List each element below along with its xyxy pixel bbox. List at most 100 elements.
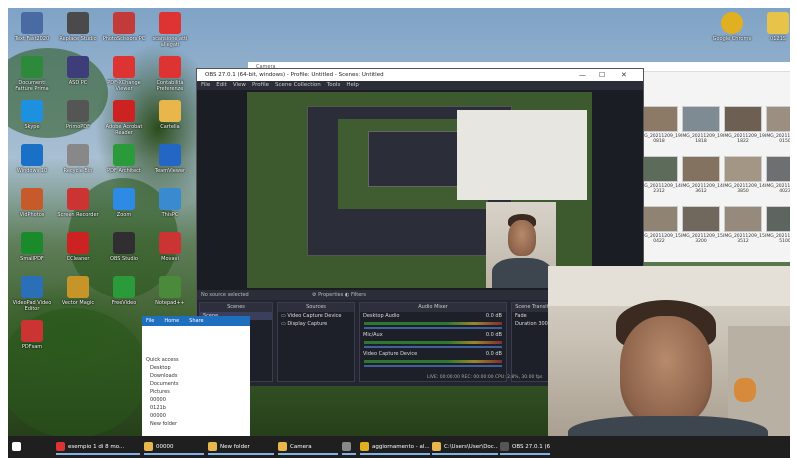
desktop-icon[interactable]: PDF Architect	[102, 144, 146, 174]
photo-thumbnail[interactable]	[682, 156, 720, 182]
minimize-icon[interactable]: —	[579, 69, 586, 81]
desktop-icon[interactable]: Documenti Fatture Prima	[10, 56, 54, 92]
desktop-icon[interactable]: CCleaner	[56, 232, 100, 262]
pdf-icon	[159, 56, 181, 78]
desktop-icon[interactable]: Screen Recorder	[56, 188, 100, 218]
nav-item[interactable]: Pictures	[142, 388, 250, 396]
menu-item[interactable]: Profile	[252, 82, 269, 88]
nav-item[interactable]: Downloads	[142, 372, 250, 380]
ribbon-tab[interactable]: Share	[189, 318, 203, 324]
obs-preview[interactable]	[197, 90, 643, 290]
desktop-icon[interactable]: SmallPDF	[10, 232, 54, 262]
taskbar-button[interactable]: New folder	[208, 439, 274, 455]
photo-thumbnail[interactable]	[724, 156, 762, 182]
filters-button[interactable]: ◐ Filters	[345, 290, 366, 300]
desktop-icon[interactable]: Movavi	[148, 232, 192, 262]
desktop-icon[interactable]: Google Chrome	[710, 12, 754, 42]
desktop-icon[interactable]: TeamViewer	[148, 144, 192, 174]
desktop-icon[interactable]: Adobe Acrobat Reader	[102, 100, 146, 136]
nav-item[interactable]: 0121b	[142, 404, 250, 412]
taskbar-label: New folder	[220, 444, 250, 450]
maximize-icon[interactable]: ☐	[599, 69, 605, 81]
nav-item[interactable]: New folder	[142, 420, 250, 428]
ribbon-tab[interactable]: File	[146, 318, 154, 324]
photo-thumbnail[interactable]	[682, 206, 720, 232]
desktop-icon[interactable]: PDFsam	[10, 320, 54, 350]
menu-item[interactable]: Edit	[216, 82, 227, 88]
desktop-icon[interactable]: PrimoPDF	[56, 100, 100, 130]
photo-thumbnail[interactable]	[724, 106, 762, 132]
menu-item[interactable]: Help	[346, 82, 359, 88]
menu-item[interactable]: File	[201, 82, 210, 88]
thumbnail-caption: IMG_20211209_15 3512	[723, 234, 765, 244]
left-explorer-window[interactable]: File Home Share Quick access Desktop Downloa…	[142, 316, 250, 436]
ribbon-tab[interactable]: Home	[164, 318, 179, 324]
desktop-icon[interactable]: Replace Studio	[56, 12, 100, 42]
desktop-icon[interactable]: VidPhotos	[10, 188, 54, 218]
nav-item[interactable]: Quick access	[142, 356, 250, 364]
desktop-icon[interactable]: Zoom	[102, 188, 146, 218]
photo-thumbnail[interactable]	[682, 106, 720, 132]
photo-thumbnail[interactable]	[640, 156, 678, 182]
source-label: Display Capture	[287, 321, 328, 327]
acrobat-icon	[113, 100, 135, 122]
menu-item[interactable]: Scene Collection	[275, 82, 321, 88]
taskbar-button[interactable]	[12, 439, 26, 455]
desktop-icon[interactable]: Skype	[10, 100, 54, 130]
volume-slider[interactable]	[364, 365, 502, 367]
nav-item[interactable]: 00000	[142, 412, 250, 420]
nav-item[interactable]: Desktop	[142, 364, 250, 372]
desktop-icon[interactable]: Contabilità Preferenze	[148, 56, 192, 92]
photo-thumbnail[interactable]	[724, 206, 762, 232]
desktop-icon[interactable]: Windows 10	[10, 144, 54, 174]
close-icon[interactable]: ✕	[621, 69, 627, 81]
photo-thumbnail[interactable]	[640, 106, 678, 132]
desktop-icon[interactable]: ASD PC	[56, 56, 100, 86]
desktop-icon-label: Notepad++	[155, 300, 185, 306]
thumbnail-caption: IMG_20211209_19 1822	[723, 134, 765, 144]
taskbar-button[interactable]: 00000	[144, 439, 204, 455]
desktop-icon[interactable]: Vector Magic	[56, 276, 100, 306]
taskbar-button[interactable]	[342, 439, 356, 455]
desktop-icon[interactable]: ThisPC	[148, 188, 192, 218]
desktop-icon-label: PhotoScissors PC	[102, 36, 146, 42]
sources-dock: Sources ▭ Video Capture Device ▭ Display…	[277, 302, 355, 382]
desktop-icon[interactable]: FreeVideo	[102, 276, 146, 306]
properties-button[interactable]: ⚙ Properties	[312, 290, 343, 300]
scenes-header: Scenes	[200, 303, 272, 312]
photo-thumbnail[interactable]	[766, 156, 790, 182]
menu-item[interactable]: View	[233, 82, 246, 88]
desktop-icon[interactable]: PDF-XChange Viewer	[102, 56, 146, 92]
taskbar-button[interactable]: C:\Users\User\Doc...	[432, 439, 498, 455]
source-item[interactable]: ▭ Display Capture	[278, 320, 354, 328]
nav-item[interactable]: 00000	[142, 396, 250, 404]
volume-slider[interactable]	[364, 346, 502, 348]
pdf-icon	[113, 56, 135, 78]
taskbar-button[interactable]: OBS 27.0.1 (64	[500, 439, 550, 455]
desktop-icon[interactable]: VideoPad Video Editor	[10, 276, 54, 312]
status-bar: LIVE: 00:00:00 REC: 00:00:00 CPU: 2.8%, …	[427, 375, 543, 380]
desktop-icon[interactable]: Cartella	[148, 100, 192, 130]
desktop-icon[interactable]: OBS Studio	[102, 232, 146, 262]
desktop-icon-label: PDF Architect	[107, 168, 141, 174]
desktop-icon[interactable]: scansione atti allegati	[148, 12, 192, 48]
desktop-icon-label: Recycle Bin	[63, 168, 93, 174]
photo-thumbnail[interactable]	[766, 206, 790, 232]
desktop-icon[interactable]: Text Fast2020	[10, 12, 54, 42]
desktop-icon[interactable]: 0121S	[756, 12, 790, 42]
app-icon	[159, 276, 181, 298]
desktop-icon[interactable]: PhotoScissors PC	[102, 12, 146, 42]
volume-slider[interactable]	[364, 327, 502, 329]
taskbar-button[interactable]: esempio 1 di 8 mo...	[56, 439, 140, 455]
desktop-icon[interactable]: Notepad++	[148, 276, 192, 306]
document-icon	[21, 56, 43, 78]
desktop-icon-label: Screen Recorder	[57, 212, 99, 218]
nav-item[interactable]: Documents	[142, 380, 250, 388]
menu-item[interactable]: Tools	[327, 82, 341, 88]
taskbar-button[interactable]: aggiornamento - al...	[360, 439, 430, 455]
desktop-icon[interactable]: Recycle Bin	[56, 144, 100, 174]
photo-thumbnail[interactable]	[766, 106, 790, 132]
photo-thumbnail[interactable]	[640, 206, 678, 232]
taskbar-button[interactable]: Camera	[278, 439, 338, 455]
source-item[interactable]: ▭ Video Capture Device	[278, 312, 354, 320]
